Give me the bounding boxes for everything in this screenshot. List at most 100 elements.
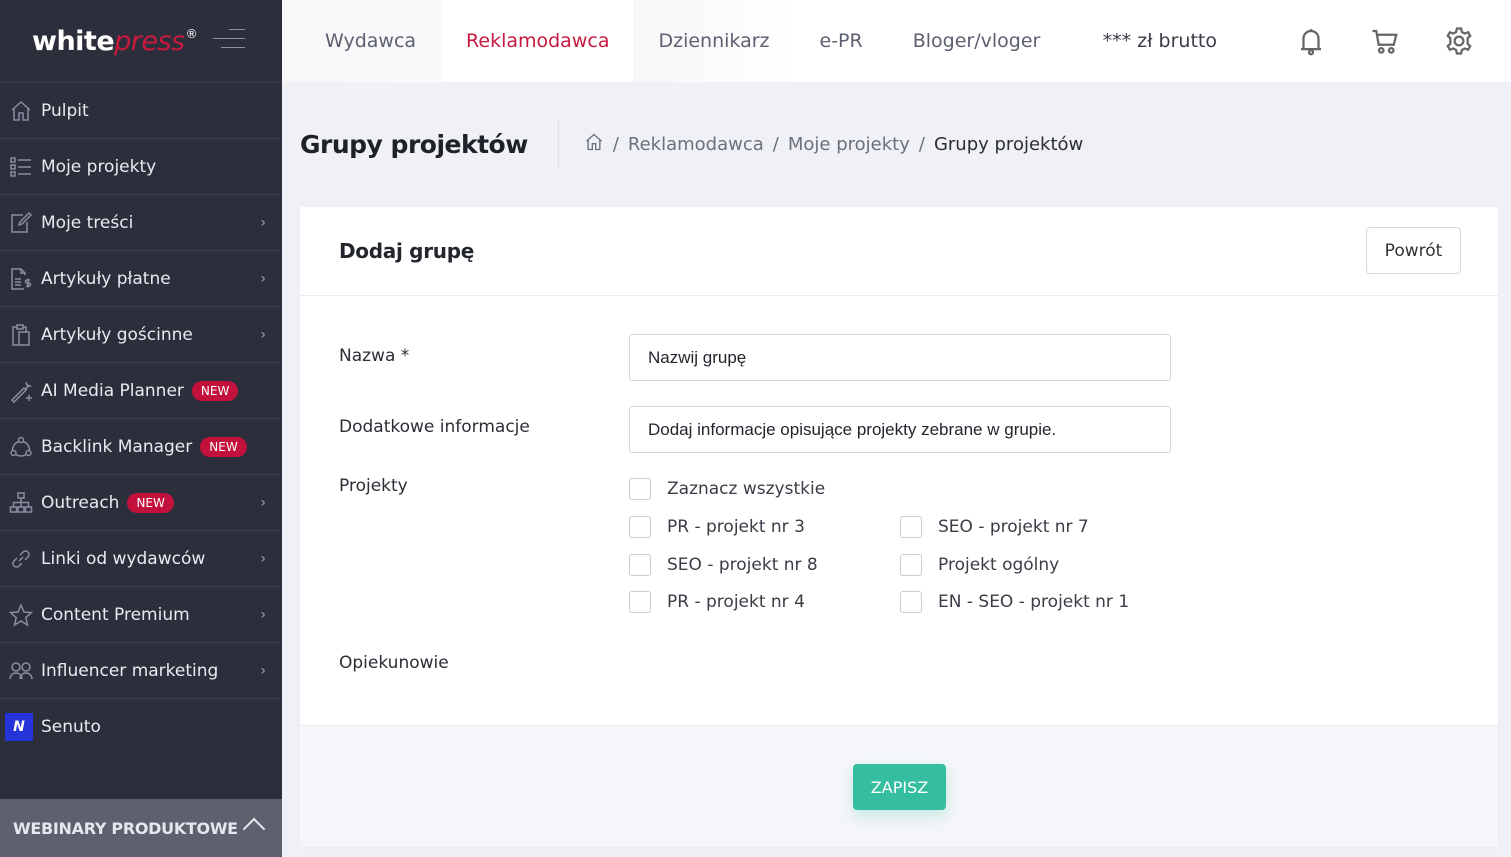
network-icon <box>8 434 34 460</box>
name-input[interactable] <box>629 334 1171 381</box>
webinars-toggle[interactable]: WEBINARY PRODUKTOWE <box>0 799 282 857</box>
sidebar-item-label: Content Premium <box>41 604 190 625</box>
sidebar-item-senuto[interactable]: N Senuto <box>0 698 282 754</box>
sidebar-item-label: Backlink Manager <box>41 436 193 457</box>
project-checkbox[interactable]: SEO - projekt nr 7 <box>900 516 1089 538</box>
card-footer: ZAPISZ <box>300 725 1498 847</box>
checkbox-label: Zaznacz wszystkie <box>667 479 826 499</box>
new-badge: NEW <box>200 436 247 457</box>
sidebar-item-label: Influencer marketing <box>41 660 219 681</box>
project-checkbox[interactable]: EN - SEO - projekt nr 1 <box>900 591 1129 613</box>
sidebar-item-artykuly-goscinne[interactable]: Artykuły gościnne › <box>0 306 282 362</box>
tab-epr[interactable]: e-PR <box>795 0 888 82</box>
chevron-right-icon: › <box>260 606 266 623</box>
tab-wydawca[interactable]: Wydawca <box>282 0 442 82</box>
breadcrumb-separator: / <box>918 133 925 155</box>
project-checkbox[interactable]: SEO - projekt nr 8 <box>629 554 818 576</box>
breadcrumb-reklamodawca[interactable]: Reklamodawca <box>628 134 764 155</box>
breadcrumb-separator: / <box>612 133 619 155</box>
checkbox-box[interactable] <box>900 516 922 538</box>
breadcrumb: / Reklamodawca / Moje projekty / Grupy p… <box>559 132 1083 157</box>
topbar: Wydawca Reklamodawca Dziennikarz e-PR Bl… <box>282 0 1511 82</box>
breadcrumb-separator: / <box>772 133 779 155</box>
sidebar-item-linki-od-wydawcow[interactable]: Linki od wydawców › <box>0 530 282 586</box>
tab-dziennikarz[interactable]: Dziennikarz <box>633 0 795 82</box>
sitemap-icon <box>8 490 34 516</box>
chevron-right-icon: › <box>260 550 266 567</box>
edit-icon <box>8 210 34 236</box>
sidebar-item-influencer-marketing[interactable]: Influencer marketing › <box>0 642 282 698</box>
sidebar-item-label: Moje treści <box>41 212 134 233</box>
sidebar: whitepress® Pulpit Moje projekty Moje tr… <box>0 0 282 857</box>
sidebar-item-outreach[interactable]: Outreach NEW › <box>0 474 282 530</box>
info-label: Dodatkowe informacje <box>339 417 530 437</box>
tab-reklamodawca[interactable]: Reklamodawca <box>442 0 634 82</box>
bell-icon[interactable] <box>1295 25 1327 57</box>
sidebar-item-moje-tresci[interactable]: Moje treści › <box>0 194 282 250</box>
role-tabs: Wydawca Reklamodawca <box>282 0 634 82</box>
star-icon <box>8 602 34 628</box>
senuto-logo-icon: N <box>5 712 33 741</box>
sidebar-item-content-premium[interactable]: Content Premium › <box>0 586 282 642</box>
sidebar-item-pulpit[interactable]: Pulpit <box>0 82 282 138</box>
clipboard-icon <box>8 322 34 348</box>
checkbox-box[interactable] <box>900 554 922 576</box>
gear-icon[interactable] <box>1443 25 1475 57</box>
checkbox-label: EN - SEO - projekt nr 1 <box>938 592 1130 612</box>
topbar-actions: *** zł brutto <box>1103 0 1511 82</box>
page-header: Grupy projektów / Reklamodawca / Moje pr… <box>300 120 1083 168</box>
chevron-right-icon: › <box>260 662 266 679</box>
sidebar-item-moje-projekty[interactable]: Moje projekty <box>0 138 282 194</box>
breadcrumb-moje-projekty[interactable]: Moje projekty <box>788 134 910 155</box>
chevron-right-icon: › <box>260 494 266 511</box>
project-checkbox[interactable]: Projekt ogólny <box>900 554 1059 576</box>
project-checkbox[interactable]: PR - projekt nr 3 <box>629 516 805 538</box>
checkbox-label: PR - projekt nr 3 <box>667 517 805 537</box>
home-icon[interactable] <box>584 132 604 157</box>
checkbox-box[interactable] <box>629 554 651 576</box>
sidebar-item-artykuly-platne[interactable]: Artykuły płatne › <box>0 250 282 306</box>
card-title: Dodaj grupę <box>339 239 474 263</box>
sidebar-item-label: Pulpit <box>41 100 89 121</box>
select-all-checkbox[interactable]: Zaznacz wszystkie <box>629 478 825 500</box>
breadcrumb-current: Grupy projektów <box>933 133 1084 155</box>
checkbox-box[interactable] <box>629 478 651 500</box>
checkbox-label: Projekt ogólny <box>938 555 1060 575</box>
sidebar-item-ai-media-planner[interactable]: AI Media Planner NEW <box>0 362 282 418</box>
projects-label: Projekty <box>339 476 408 496</box>
logo-bar: whitepress® <box>0 0 282 82</box>
sidebar-item-backlink-manager[interactable]: Backlink Manager NEW <box>0 418 282 474</box>
back-button[interactable]: Powrót <box>1366 227 1461 274</box>
account-balance[interactable]: *** zł brutto <box>1103 30 1217 52</box>
guardians-label: Opiekunowie <box>339 653 449 673</box>
name-label: Nazwa * <box>339 346 410 366</box>
link-icon <box>8 546 34 572</box>
home-icon <box>8 98 34 124</box>
checkbox-box[interactable] <box>629 516 651 538</box>
info-input[interactable] <box>629 406 1171 453</box>
save-button[interactable]: ZAPISZ <box>853 764 946 810</box>
tab-bloger-vloger[interactable]: Bloger/vloger <box>888 0 1066 82</box>
magic-wand-icon <box>8 378 34 404</box>
sidebar-nav: Pulpit Moje projekty Moje treści › Artyk… <box>0 82 282 754</box>
new-badge: NEW <box>191 380 239 401</box>
sidebar-item-label: Moje projekty <box>41 156 157 177</box>
chevron-right-icon: › <box>260 326 266 343</box>
sidebar-item-label: AI Media Planner <box>41 380 184 401</box>
menu-toggle-icon[interactable] <box>212 28 245 50</box>
chevron-up-icon <box>242 817 266 841</box>
chevron-right-icon: › <box>260 214 266 231</box>
cart-icon[interactable] <box>1369 25 1401 57</box>
new-badge: NEW <box>127 492 174 513</box>
webinars-label: WEBINARY PRODUKTOWE <box>13 818 238 838</box>
paid-document-icon <box>8 266 34 292</box>
whitepress-logo[interactable]: whitepress® <box>32 28 198 55</box>
checkbox-label: SEO - projekt nr 7 <box>938 517 1089 537</box>
sidebar-item-label: Senuto <box>41 716 101 737</box>
role-tabs-more: Dziennikarz e-PR Bloger/vloger <box>633 0 1066 82</box>
checkbox-box[interactable] <box>629 591 651 613</box>
chevron-right-icon: › <box>260 270 266 287</box>
checkbox-box[interactable] <box>900 591 922 613</box>
users-icon <box>8 658 34 684</box>
project-checkbox[interactable]: PR - projekt nr 4 <box>629 591 805 613</box>
